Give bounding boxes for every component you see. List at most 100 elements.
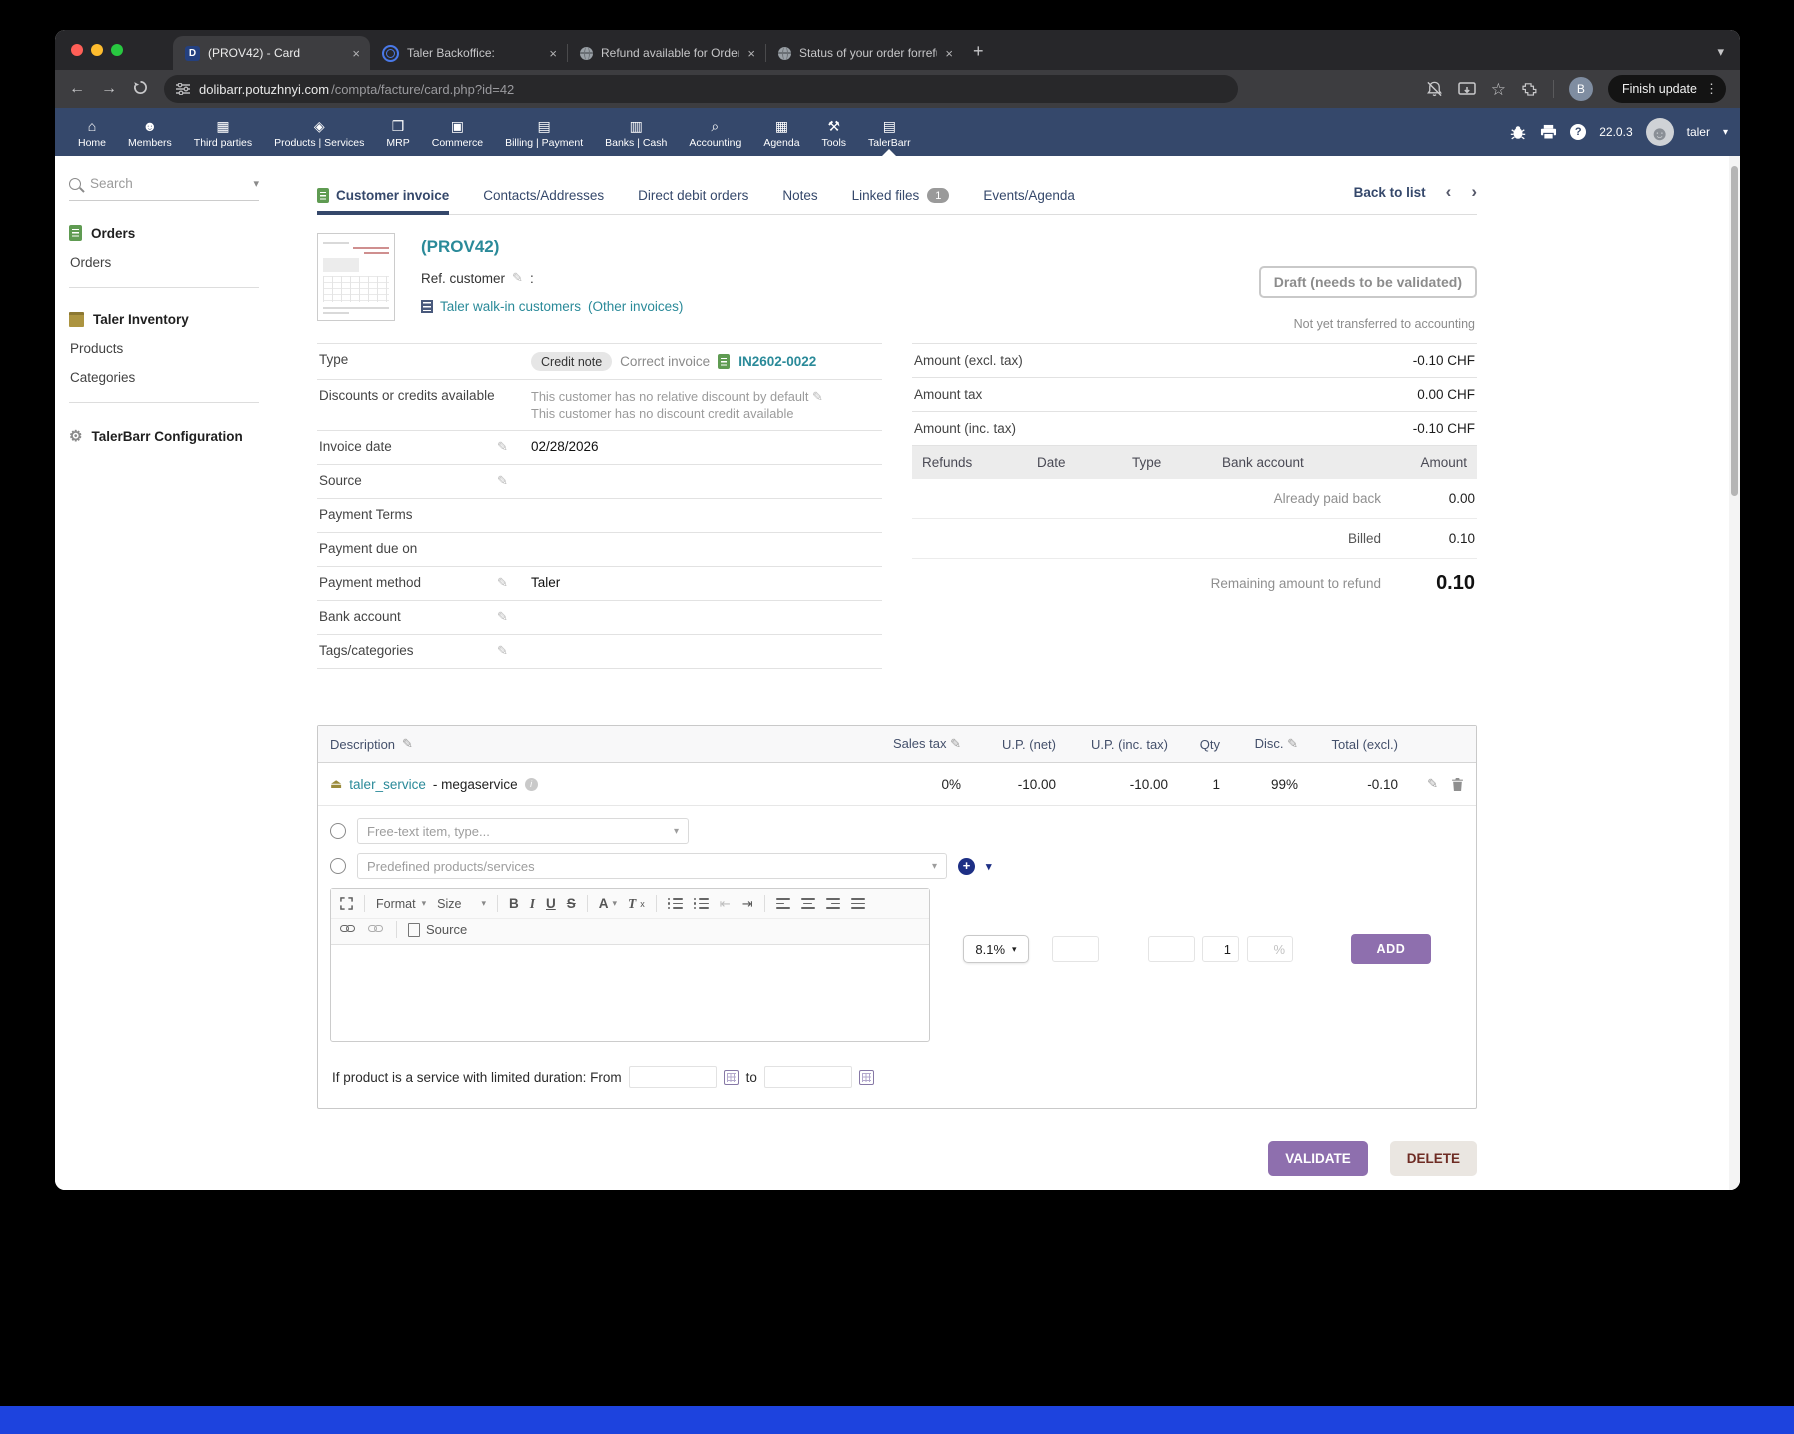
previous-record-icon[interactable]: ‹ — [1446, 182, 1452, 202]
close-window-button[interactable] — [71, 44, 83, 56]
site-settings-icon[interactable] — [176, 83, 190, 95]
sidebar-item-products[interactable]: Products — [70, 341, 267, 356]
menu-billing-payment[interactable]: ▤Billing | Payment — [494, 108, 594, 156]
back-to-list-link[interactable]: Back to list — [1354, 185, 1426, 200]
menu-mrp[interactable]: ❒MRP — [375, 108, 420, 156]
search-caret-icon[interactable]: ▾ — [253, 177, 259, 190]
new-tab-button[interactable]: + — [973, 41, 984, 62]
sidebar-item-categories[interactable]: Categories — [70, 370, 267, 385]
reload-button[interactable] — [133, 80, 148, 99]
browser-tab-prov42[interactable]: D (PROV42) - Card × — [173, 36, 370, 70]
align-justify-icon[interactable] — [851, 898, 865, 909]
tab-close-icon[interactable]: × — [747, 46, 755, 61]
profile-avatar[interactable]: B — [1569, 77, 1593, 101]
sidebar-item-talerbarr-configuration[interactable]: ⚙ TalerBarr Configuration — [69, 427, 267, 445]
menu-accounting[interactable]: ⌕Accounting — [678, 108, 752, 156]
predefined-radio[interactable] — [330, 858, 346, 874]
menu-members[interactable]: ☻Members — [117, 108, 183, 156]
align-right-icon[interactable] — [826, 898, 840, 909]
invoice-preview-thumbnail[interactable] — [317, 233, 395, 321]
help-icon[interactable]: ? — [1570, 124, 1586, 140]
forward-button[interactable]: → — [101, 81, 117, 97]
predefined-products-select[interactable]: Predefined products/services ▾ — [357, 853, 947, 879]
edit-pencil-icon[interactable]: ✎ — [497, 643, 508, 658]
tab-contacts-addresses[interactable]: Contacts/Addresses — [483, 188, 604, 214]
notifications-off-icon[interactable] — [1426, 81, 1443, 97]
edit-pencil-icon[interactable]: ✎ — [950, 736, 961, 751]
menu-products-services[interactable]: ◈Products | Services — [263, 108, 375, 156]
browser-tab-taler-backoffice[interactable]: Taler Backoffice: × — [370, 36, 567, 70]
menu-home[interactable]: ⌂Home — [67, 108, 117, 156]
source-button[interactable]: Source — [408, 922, 467, 937]
menu-third-parties[interactable]: ▦Third parties — [183, 108, 263, 156]
tab-notes[interactable]: Notes — [782, 188, 817, 214]
bold-button[interactable]: B — [509, 896, 519, 911]
underline-button[interactable]: U — [546, 896, 556, 911]
scrollbar-thumb[interactable] — [1731, 166, 1738, 496]
tab-close-icon[interactable]: × — [549, 46, 557, 61]
duration-to-input[interactable] — [764, 1066, 852, 1088]
sidebar-item-orders[interactable]: Orders — [70, 255, 267, 270]
user-name[interactable]: taler — [1687, 125, 1710, 139]
text-color-button[interactable]: A▾ — [599, 896, 617, 911]
browser-tab-order-status[interactable]: Status of your order forrefund × — [766, 36, 963, 70]
duration-from-input[interactable] — [629, 1066, 717, 1088]
edit-pencil-icon[interactable]: ✎ — [512, 270, 523, 286]
size-dropdown[interactable]: Size▾ — [437, 897, 486, 911]
add-product-icon[interactable]: + — [958, 858, 975, 875]
outdent-icon[interactable]: ⇤ — [720, 896, 731, 912]
maximize-editor-icon[interactable] — [340, 897, 353, 910]
tab-search-caret-icon[interactable]: ▾ — [1717, 44, 1724, 60]
print-icon[interactable] — [1540, 124, 1557, 140]
edit-pencil-icon[interactable]: ✎ — [402, 736, 413, 752]
tab-customer-invoice[interactable]: Customer invoice — [317, 188, 449, 215]
align-left-icon[interactable] — [776, 898, 790, 909]
edit-pencil-icon[interactable]: ✎ — [812, 389, 823, 404]
browser-tab-refund[interactable]: Refund available for Order to × — [568, 36, 765, 70]
user-menu-caret-icon[interactable]: ▾ — [1723, 127, 1728, 138]
minimize-window-button[interactable] — [91, 44, 103, 56]
edit-pencil-icon[interactable]: ✎ — [497, 473, 508, 488]
info-icon[interactable]: i — [525, 778, 538, 791]
delete-button[interactable]: DELETE — [1390, 1141, 1477, 1176]
bullet-list-icon[interactable] — [694, 898, 709, 909]
up-net-input[interactable] — [1052, 936, 1099, 962]
page-scrollbar[interactable] — [1729, 156, 1740, 1190]
cast-save-icon[interactable] — [1458, 82, 1476, 97]
menu-banks-cash[interactable]: ▥Banks | Cash — [594, 108, 678, 156]
description-editor[interactable]: Format▾ Size▾ B I U S A▾ Tx — [330, 888, 930, 1042]
sidebar-search[interactable]: Search ▾ — [69, 176, 259, 201]
calendar-icon[interactable] — [859, 1070, 874, 1085]
tab-linked-files[interactable]: Linked files 1 — [852, 188, 950, 214]
edit-pencil-icon[interactable]: ✎ — [497, 439, 508, 454]
indent-icon[interactable]: ⇥ — [742, 896, 753, 912]
edit-line-icon[interactable]: ✎ — [1427, 776, 1438, 792]
delete-line-icon[interactable] — [1451, 777, 1464, 792]
align-center-icon[interactable] — [801, 898, 815, 909]
tab-close-icon[interactable]: × — [945, 46, 953, 61]
strikethrough-button[interactable]: S — [567, 896, 576, 911]
bug-icon[interactable] — [1509, 125, 1527, 140]
back-button[interactable]: ← — [69, 81, 85, 97]
edit-pencil-icon[interactable]: ✎ — [497, 575, 508, 590]
qty-input[interactable]: 1 — [1202, 936, 1239, 962]
already-paid-value[interactable]: 0.00 — [1397, 491, 1475, 506]
next-record-icon[interactable]: › — [1471, 182, 1477, 202]
thirdparty-link[interactable]: Taler walk-in customers — [440, 299, 581, 314]
numbered-list-icon[interactable] — [668, 898, 683, 909]
other-invoices-link[interactable]: (Other invoices) — [588, 299, 683, 314]
bookmark-star-icon[interactable]: ☆ — [1491, 81, 1506, 98]
product-link[interactable]: taler_service — [349, 777, 426, 792]
description-textarea[interactable] — [331, 945, 929, 1041]
link-icon[interactable] — [340, 925, 357, 934]
menu-commerce[interactable]: ▣Commerce — [421, 108, 494, 156]
validate-button[interactable]: VALIDATE — [1268, 1141, 1368, 1176]
italic-button[interactable]: I — [530, 896, 535, 912]
menu-talerbarr[interactable]: ▤TalerBarr — [857, 108, 922, 156]
vat-rate-select[interactable]: 8.1% ▾ — [963, 935, 1029, 963]
maximize-window-button[interactable] — [111, 44, 123, 56]
format-dropdown[interactable]: Format▾ — [376, 897, 426, 911]
tab-events-agenda[interactable]: Events/Agenda — [983, 188, 1075, 214]
discount-input[interactable]: % — [1247, 936, 1293, 962]
menu-tools[interactable]: ⚒Tools — [811, 108, 858, 156]
